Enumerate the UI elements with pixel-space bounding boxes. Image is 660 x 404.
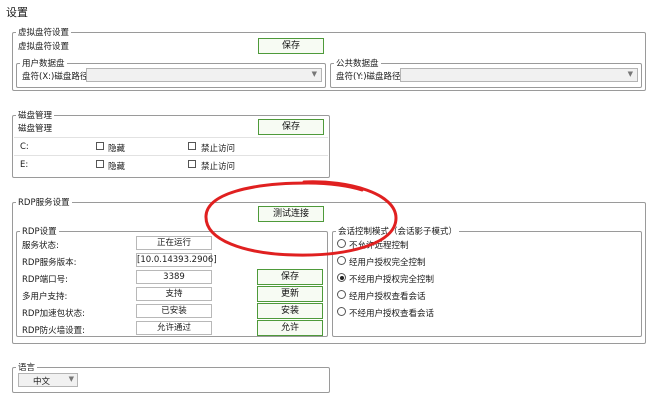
drive-e-hide-label: 隐藏 xyxy=(108,162,126,172)
session-mode-radio-2[interactable] xyxy=(337,273,346,282)
session-mode-label-2: 不经用户授权完全控制 xyxy=(349,275,435,285)
virtual-drive-group-title: 虚拟盘符设置 xyxy=(16,26,72,38)
drive-c-hide-checkbox[interactable] xyxy=(96,142,104,150)
disk-manage-group-title: 磁盘管理 xyxy=(16,109,55,121)
drive-c-label: C: xyxy=(20,142,29,152)
session-mode-radio-4[interactable] xyxy=(337,307,346,316)
drive-e-hide-checkbox[interactable] xyxy=(96,160,104,168)
session-mode-radio-0[interactable] xyxy=(337,239,346,248)
drive-e-deny-checkbox[interactable] xyxy=(188,160,196,168)
session-mode-label-3: 经用户授权查看会话 xyxy=(349,292,426,302)
disk-manage-save-button[interactable]: 保存 xyxy=(258,119,324,135)
rdp-port-label: RDP端口号: xyxy=(22,275,68,285)
multi-user-label: 多用户支持: xyxy=(22,292,68,302)
rdp-service-group-title: RDP服务设置 xyxy=(16,196,72,208)
rdp-accel-install-button[interactable]: 安装 xyxy=(257,303,323,319)
divider xyxy=(14,155,328,156)
user-disk-group-title: 用户数据盘 xyxy=(20,57,67,69)
rdp-version-label: RDP服务版本: xyxy=(22,258,77,268)
language-group-title: 语言 xyxy=(16,361,38,373)
public-disk-path-label: 盘符(Y:)磁盘路径 xyxy=(336,72,401,82)
page-title: 设置 xyxy=(6,6,28,19)
drive-c-deny-checkbox[interactable] xyxy=(188,142,196,150)
chevron-down-icon: ▼ xyxy=(627,70,633,78)
rdp-firewall-allow-button[interactable]: 允许 xyxy=(257,320,323,336)
rdp-port-save-button[interactable]: 保存 xyxy=(257,269,323,285)
rdp-service-status-value: 正在运行 xyxy=(136,236,212,250)
multi-user-value: 支持 xyxy=(136,287,212,301)
public-disk-group-title: 公共数据盘 xyxy=(334,57,381,69)
session-mode-label-4: 不经用户授权查看会话 xyxy=(349,309,435,319)
drive-c-hide-label: 隐藏 xyxy=(108,144,126,154)
session-mode-radio-1[interactable] xyxy=(337,256,346,265)
public-disk-path-select[interactable]: ▼ xyxy=(400,68,638,82)
rdp-port-input[interactable]: 3389 xyxy=(136,270,212,284)
divider xyxy=(14,137,328,138)
drive-c-deny-label: 禁止访问 xyxy=(201,144,236,154)
user-disk-path-select[interactable]: ▼ xyxy=(86,68,322,82)
chevron-down-icon: ▼ xyxy=(68,375,74,383)
session-mode-label-1: 经用户授权完全控制 xyxy=(349,258,426,268)
multi-user-update-button[interactable]: 更新 xyxy=(257,286,323,302)
drive-e-deny-label: 禁止访问 xyxy=(201,162,236,172)
rdp-version-value: [10.0.14393.2906] xyxy=(136,253,217,267)
session-mode-radio-3[interactable] xyxy=(337,290,346,299)
rdp-accel-value: 已安装 xyxy=(136,304,212,318)
drive-e-label: E: xyxy=(20,160,29,170)
rdp-service-status-label: 服务状态: xyxy=(22,241,59,251)
rdp-settings-group-title: RDP设置 xyxy=(20,225,59,237)
chevron-down-icon: ▼ xyxy=(311,70,317,78)
rdp-firewall-value: 允许通过 xyxy=(136,321,212,335)
disk-manage-label: 磁盘管理 xyxy=(18,124,53,134)
session-mode-group-title: 会话控制模式（会话影子模式） xyxy=(336,225,460,237)
session-mode-label-0: 不允许远程控制 xyxy=(349,241,409,251)
test-connection-button[interactable]: 测试连接 xyxy=(258,206,324,222)
virtual-drive-label: 虚拟盘符设置 xyxy=(18,42,70,52)
virtual-drive-save-button[interactable]: 保存 xyxy=(258,38,324,54)
language-value: 中文 xyxy=(33,377,51,387)
user-disk-path-label: 盘符(X:)磁盘路径 xyxy=(22,72,89,82)
language-select[interactable]: 中文 ▼ xyxy=(18,373,78,387)
rdp-accel-label: RDP加速包状态: xyxy=(22,309,85,319)
rdp-firewall-label: RDP防火墙设置: xyxy=(22,326,85,336)
